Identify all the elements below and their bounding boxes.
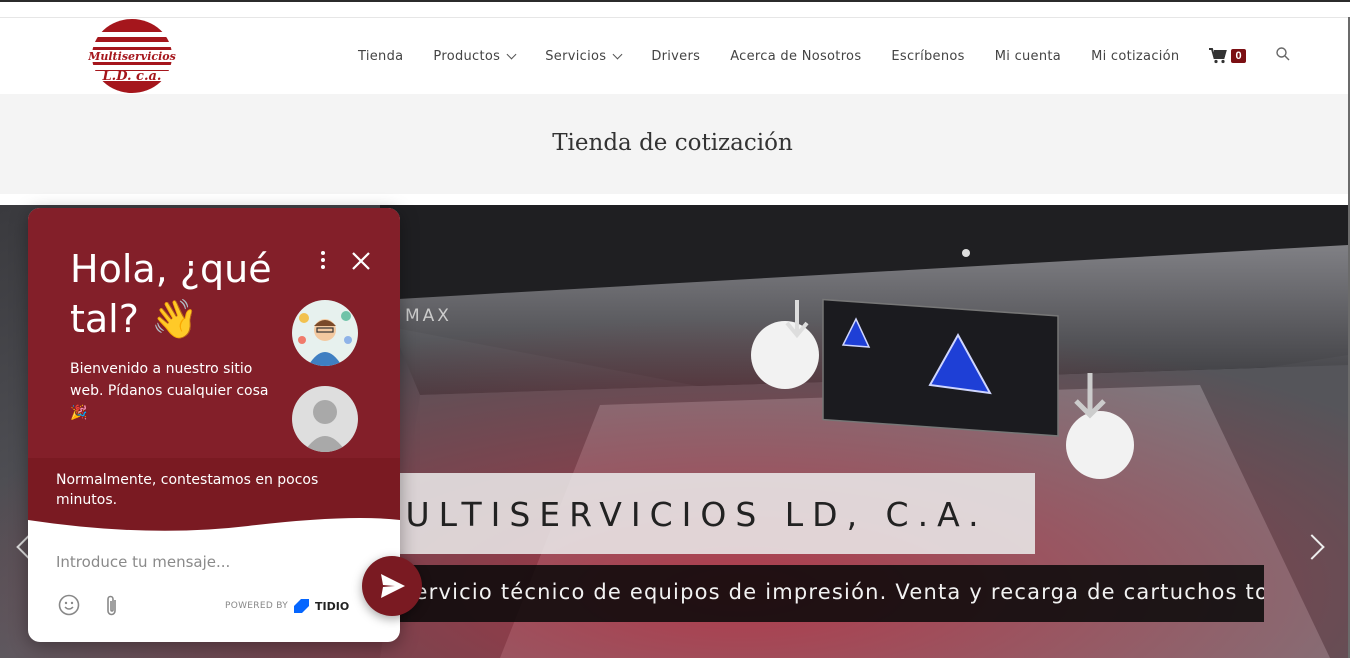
- nav-servicios[interactable]: Servicios: [530, 49, 636, 64]
- nav-label: Drivers: [651, 48, 701, 64]
- tidio-logo-icon: [294, 599, 310, 613]
- send-button[interactable]: [362, 556, 422, 616]
- powered-by[interactable]: POWERED BY TIDIO: [225, 599, 349, 613]
- more-options-icon[interactable]: [318, 250, 328, 270]
- nav-label: Servicios: [545, 48, 607, 64]
- hero-caption-title: MULTISERVICIOS LD, C.A.: [368, 495, 988, 534]
- nav-label: Tienda: [358, 48, 404, 64]
- cart-button[interactable]: 0: [1194, 48, 1260, 64]
- chat-welcome-text: Bienvenido a nuestro sitio web. Pídanos …: [70, 361, 269, 421]
- nav-label: Mi cuenta: [994, 48, 1062, 64]
- main-nav: Tienda Productos Servicios Drivers Acerc…: [343, 18, 1305, 94]
- attachment-icon[interactable]: [102, 594, 122, 618]
- emoji-icon[interactable]: [58, 594, 80, 616]
- send-icon: [381, 574, 405, 598]
- provider-name: TIDIO: [315, 599, 350, 613]
- hero-panel-label: MAX: [405, 306, 452, 326]
- nav-drivers[interactable]: Drivers: [636, 49, 715, 64]
- nav-tienda[interactable]: Tienda: [343, 49, 418, 64]
- chevron-down-icon: [506, 49, 517, 59]
- chat-response-time: Normalmente, contestamos en pocos minuto…: [56, 472, 319, 508]
- cart-count-badge: 0: [1231, 49, 1246, 63]
- close-icon[interactable]: [350, 250, 372, 272]
- nav-escribenos[interactable]: Escríbenos: [876, 49, 979, 64]
- svg-text:L.D. c.a.: L.D. c.a.: [102, 69, 162, 84]
- hero-caption-subtitle: Servicio técnico de equipos de impresión…: [400, 580, 1264, 604]
- nav-mi-cotizacion[interactable]: Mi cotización: [1076, 49, 1194, 64]
- nav-label: Mi cotización: [1091, 48, 1180, 64]
- nav-productos[interactable]: Productos: [418, 49, 530, 64]
- nav-mi-cuenta[interactable]: Mi cuenta: [980, 49, 1076, 64]
- svg-text:Multiservicios: Multiservicios: [87, 50, 176, 63]
- hero-caption-subtitle-box: Servicio técnico de equipos de impresión…: [380, 565, 1264, 622]
- chat-greeting: Hola, ¿qué tal? 👋: [70, 247, 272, 341]
- top-border: [0, 0, 1350, 2]
- search-button[interactable]: [1261, 46, 1305, 66]
- cart-icon: [1209, 48, 1228, 64]
- chevron-down-icon: [612, 49, 623, 59]
- page-title: Tienda de cotización: [552, 130, 793, 156]
- chat-widget: Hola, ¿qué tal? 👋 Bienvenido a nuestro s…: [28, 208, 400, 642]
- site-header: Multiservicios L.D. c.a. Tienda Producto…: [0, 17, 1348, 94]
- site-logo[interactable]: Multiservicios L.D. c.a.: [70, 18, 195, 94]
- hero-caption-title-box: MULTISERVICIOS LD, C.A.: [360, 473, 1035, 554]
- nav-label: Escríbenos: [891, 48, 965, 64]
- agent-avatar-placeholder: [292, 386, 358, 452]
- chat-header: Hola, ¿qué tal? 👋 Bienvenido a nuestro s…: [28, 208, 400, 538]
- agent-avatar: [292, 300, 358, 366]
- chat-message-input[interactable]: [56, 550, 316, 574]
- powered-by-label: POWERED BY: [225, 601, 289, 611]
- nav-label: Productos: [433, 48, 501, 64]
- nav-acerca[interactable]: Acerca de Nosotros: [715, 49, 876, 64]
- nav-label: Acerca de Nosotros: [730, 48, 862, 64]
- search-icon: [1275, 46, 1290, 60]
